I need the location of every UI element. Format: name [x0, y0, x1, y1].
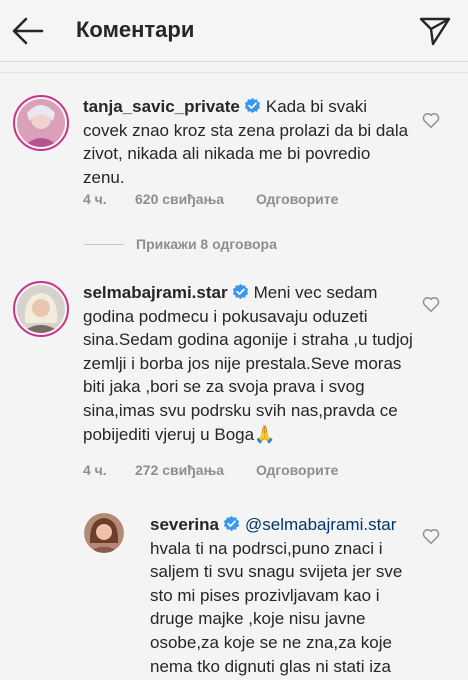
- view-replies-label[interactable]: Прикажи 8 одговора: [136, 236, 277, 252]
- verified-badge-icon: [244, 97, 261, 114]
- comment-text: selmabajrami.star Meni vec sedam godina p…: [83, 281, 413, 446]
- avatar-photo: [17, 285, 65, 333]
- share-button[interactable]: [418, 14, 452, 48]
- comment-body: hvala ti na podrsci,puno znaci i saljem …: [150, 538, 403, 676]
- comment-text: tanja_savic_private Kada bi svaki covek z…: [83, 95, 413, 189]
- likes-count[interactable]: 272 свиђања: [135, 462, 224, 478]
- reply-button[interactable]: Одговорите: [256, 462, 338, 478]
- avatar[interactable]: [84, 513, 124, 553]
- like-heart-icon[interactable]: [422, 296, 440, 313]
- avatar[interactable]: [13, 281, 69, 337]
- avatar-photo: [84, 513, 124, 553]
- comment-body: Meni vec sedam godina podmecu i pokusava…: [83, 283, 413, 444]
- comment-username[interactable]: tanja_savic_private: [83, 97, 240, 116]
- page-title: Коментари: [76, 17, 195, 42]
- replies-line: [84, 244, 124, 245]
- comment-item: tanja_savic_private Kada bi svaki covek z…: [0, 90, 468, 220]
- back-button[interactable]: [10, 14, 46, 48]
- comment-text: severina @selmabajrami.star hvala ti na p…: [150, 513, 412, 680]
- header-bar: Коментари: [0, 0, 468, 62]
- like-heart-icon[interactable]: [422, 112, 440, 129]
- comment-meta: 4 ч. 272 свиђања Одговорите: [83, 462, 383, 480]
- comment-time: 4 ч.: [83, 191, 107, 207]
- arrow-left-icon: [12, 17, 44, 45]
- verified-badge-icon: [223, 515, 240, 532]
- comment-username[interactable]: severina: [150, 515, 219, 534]
- mention-link[interactable]: @selmabajrami.star: [245, 515, 396, 534]
- paper-plane-icon: [419, 17, 451, 46]
- comment-item: selmabajrami.star Meni vec sedam godina p…: [0, 278, 468, 498]
- comment-time: 4 ч.: [83, 462, 107, 478]
- divider: [0, 72, 468, 73]
- comment-username[interactable]: selmabajrami.star: [83, 283, 228, 302]
- avatar[interactable]: [13, 95, 69, 151]
- reply-button[interactable]: Одговорите: [256, 191, 338, 207]
- likes-count[interactable]: 620 свиђања: [135, 191, 224, 207]
- comment-meta: 4 ч. 620 свиђања Одговорите: [83, 191, 383, 209]
- verified-badge-icon: [232, 283, 248, 300]
- avatar-photo: [17, 99, 65, 147]
- like-heart-icon[interactable]: [422, 528, 440, 545]
- reply-comment-item: severina @selmabajrami.star hvala ti na p…: [0, 510, 468, 680]
